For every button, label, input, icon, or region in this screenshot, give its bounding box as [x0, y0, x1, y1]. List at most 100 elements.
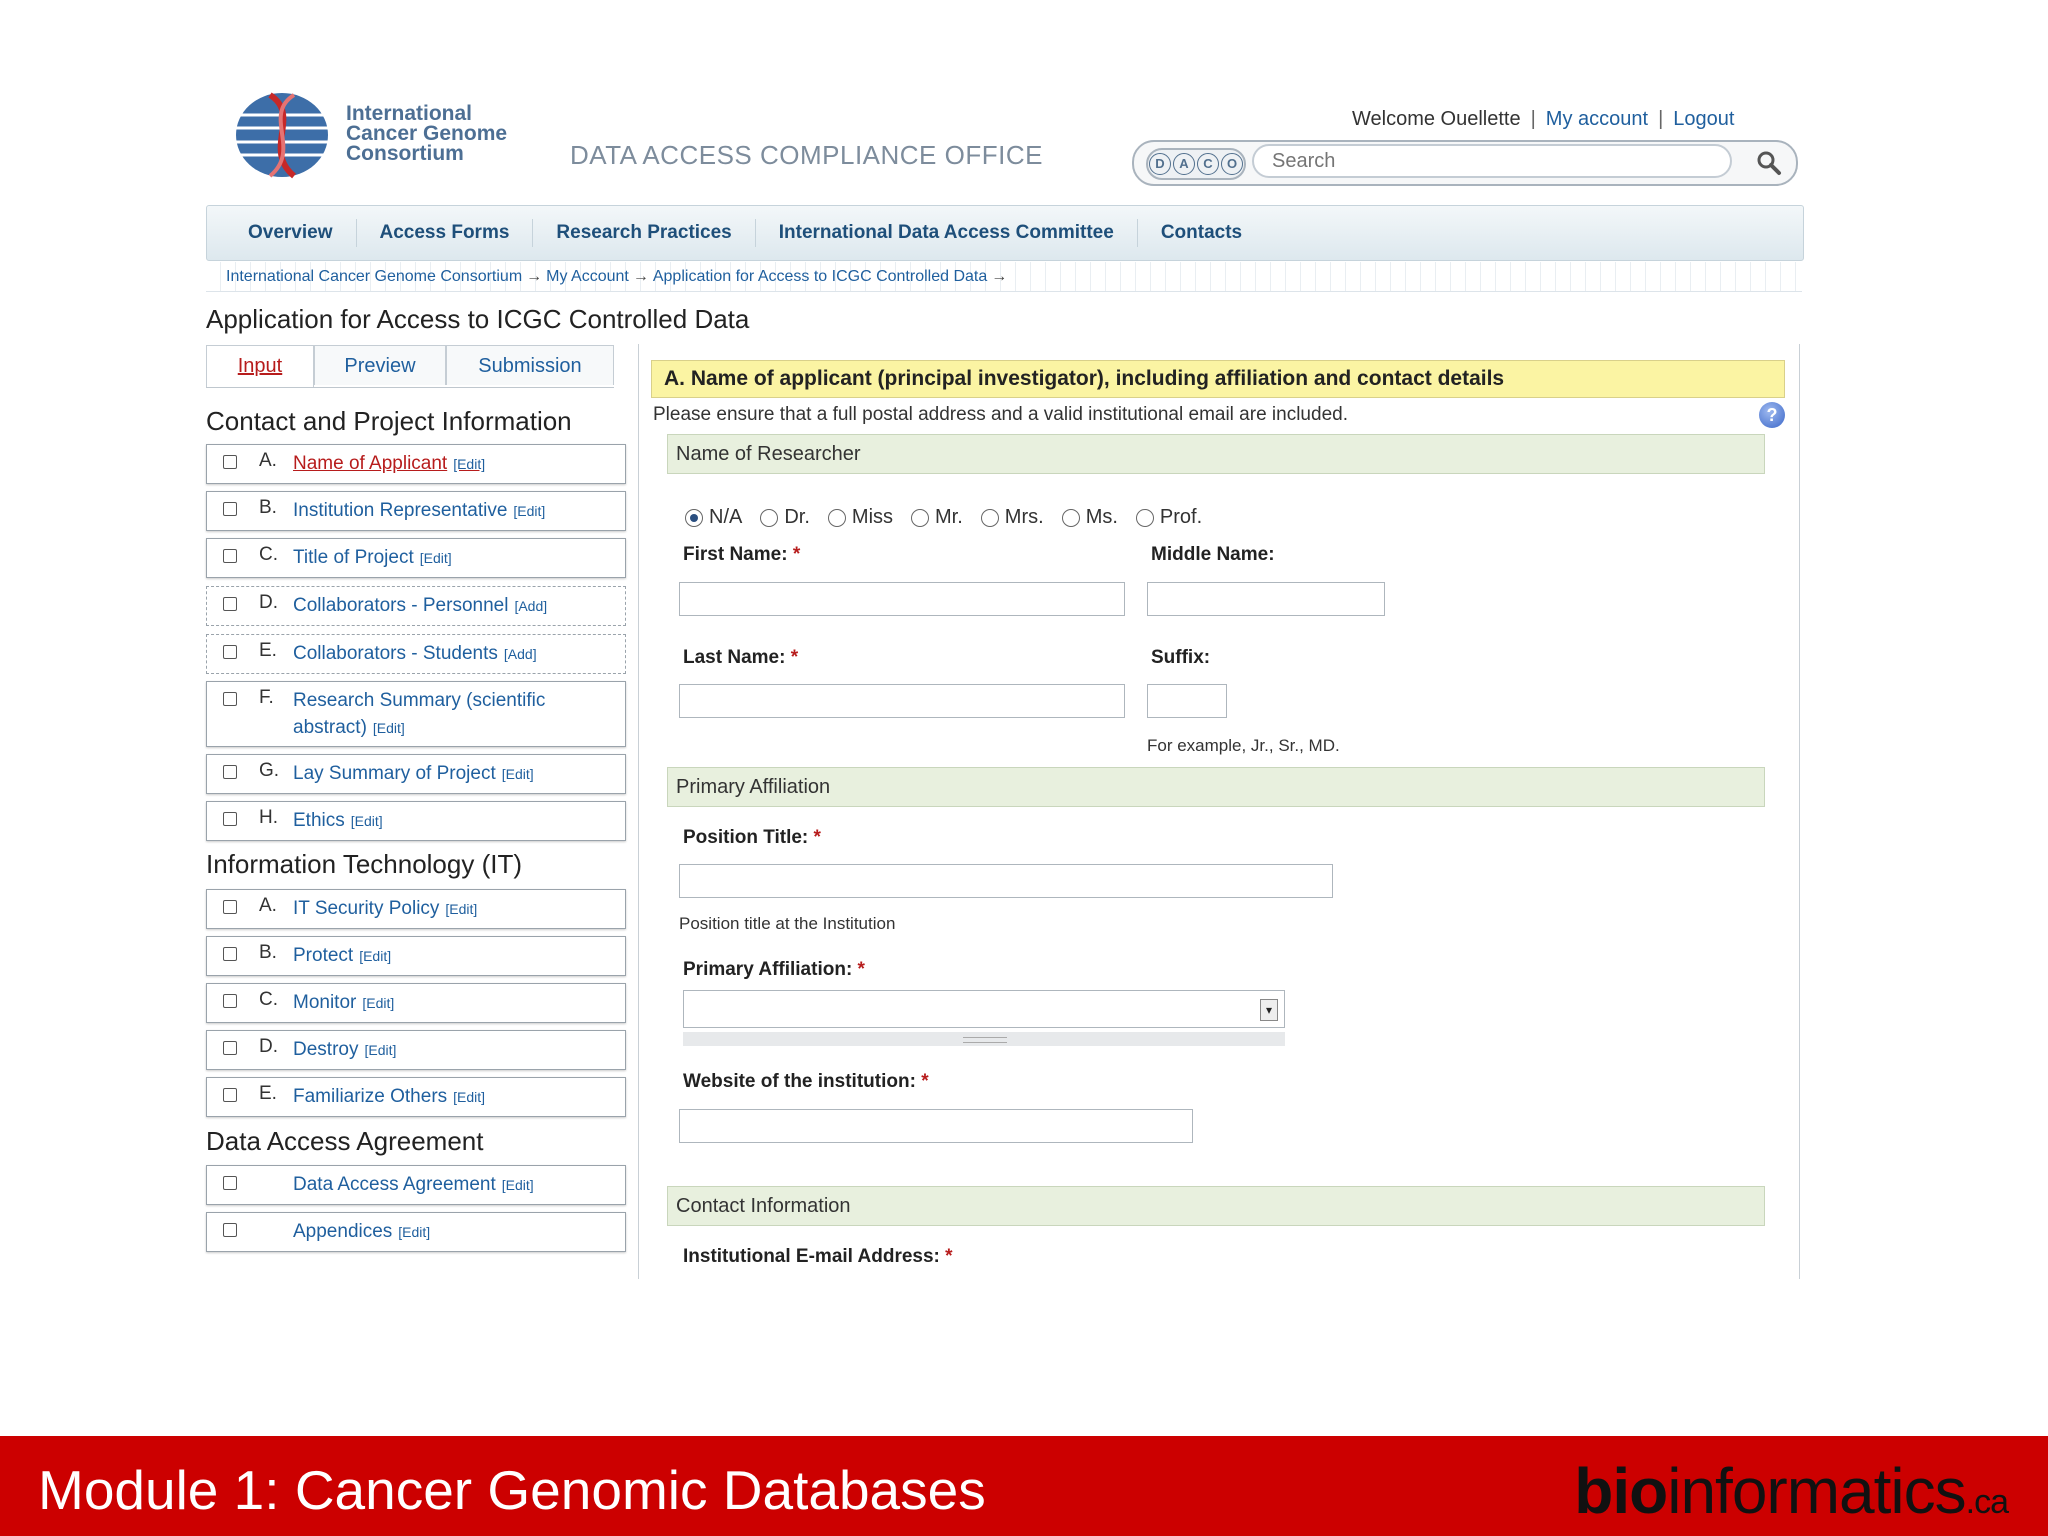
status-checkbox: [223, 1041, 237, 1055]
edit-link[interactable]: [Edit]: [513, 503, 545, 519]
status-checkbox: [223, 597, 237, 611]
edit-link[interactable]: [Edit]: [351, 813, 383, 829]
search-icon[interactable]: [1756, 150, 1782, 176]
radio-dr[interactable]: Dr.: [760, 506, 810, 529]
edit-link[interactable]: [Edit]: [453, 456, 485, 472]
primary-affiliation-select[interactable]: ▾: [683, 990, 1285, 1028]
slide-screenshot: International Cancer Genome Consortium D…: [0, 0, 2048, 1436]
website-input[interactable]: [679, 1109, 1193, 1143]
sidebar-link-name-of-applicant[interactable]: Name of Applicant: [293, 453, 447, 474]
sidebar-link-research-summary[interactable]: Research Summary (scientific: [293, 690, 545, 711]
sidebar-link-title-of-project[interactable]: Title of Project: [293, 547, 414, 568]
sidebar-link-familiarize-others[interactable]: Familiarize Others: [293, 1086, 447, 1107]
help-icon[interactable]: ?: [1759, 402, 1785, 428]
website-label: Website of the institution: *: [683, 1071, 929, 1092]
dropdown-arrow-icon[interactable]: ▾: [1260, 999, 1278, 1021]
sidebar-item-monitor[interactable]: C. Monitor [Edit]: [206, 983, 626, 1023]
sidebar-link-monitor[interactable]: Monitor: [293, 992, 356, 1013]
status-checkbox: [223, 1176, 237, 1190]
tab-submission[interactable]: Submission: [446, 345, 614, 385]
search-input[interactable]: [1252, 144, 1732, 178]
sidebar-link-protect[interactable]: Protect: [293, 945, 353, 966]
edit-link[interactable]: [Edit]: [359, 948, 391, 964]
sidebar-link-lay-summary[interactable]: Lay Summary of Project: [293, 763, 496, 784]
add-link[interactable]: [Add]: [514, 598, 547, 614]
nav-research-practices[interactable]: Research Practices: [533, 219, 756, 247]
tab-input[interactable]: Input: [206, 345, 314, 387]
nav-overview[interactable]: Overview: [225, 219, 357, 247]
sidebar-item-title-of-project[interactable]: C. Title of Project [Edit]: [206, 538, 626, 578]
suffix-input[interactable]: [1147, 684, 1227, 718]
radio-selected-icon[interactable]: [685, 508, 703, 527]
tab-preview[interactable]: Preview: [314, 345, 446, 385]
radio-mrs[interactable]: Mrs.: [980, 506, 1044, 529]
radio-icon[interactable]: [980, 508, 999, 527]
sidebar-item-collaborators-students[interactable]: E. Collaborators - Students [Add]: [206, 634, 626, 674]
sidebar-item-lay-summary[interactable]: G. Lay Summary of Project [Edit]: [206, 754, 626, 794]
edit-link[interactable]: [Edit]: [362, 995, 394, 1011]
radio-prof[interactable]: Prof.: [1135, 506, 1202, 529]
subhead-name-of-researcher: Name of Researcher: [667, 434, 1765, 474]
sidebar-item-destroy[interactable]: D. Destroy [Edit]: [206, 1030, 626, 1070]
edit-link[interactable]: [Edit]: [398, 1224, 430, 1240]
sidebar-item-institution-representative[interactable]: B. Institution Representative [Edit]: [206, 491, 626, 531]
edit-link[interactable]: [Edit]: [453, 1089, 485, 1105]
breadcrumb-application[interactable]: Application for Access to ICGC Controlle…: [653, 268, 987, 285]
position-title-input[interactable]: [679, 864, 1333, 898]
sidebar-item-it-security-policy[interactable]: A. IT Security Policy [Edit]: [206, 889, 626, 929]
sidebar-link-ethics[interactable]: Ethics: [293, 810, 345, 831]
sidebar-item-appendices[interactable]: Appendices [Edit]: [206, 1212, 626, 1252]
breadcrumb-icgc[interactable]: International Cancer Genome Consortium: [226, 268, 522, 285]
logout-link[interactable]: Logout: [1673, 108, 1734, 130]
last-name-input[interactable]: [679, 684, 1125, 718]
sidebar-link-collaborators-personnel[interactable]: Collaborators - Personnel: [293, 595, 508, 616]
sidebar-item-data-access-agreement[interactable]: Data Access Agreement [Edit]: [206, 1165, 626, 1205]
sidebar-item-name-of-applicant[interactable]: A. Name of Applicant [Edit]: [206, 444, 626, 484]
sidebar-item-collaborators-personnel[interactable]: D. Collaborators - Personnel [Add]: [206, 586, 626, 626]
status-checkbox: [223, 455, 237, 469]
radio-ms[interactable]: Ms.: [1061, 506, 1118, 529]
sidebar-link-data-access-agreement[interactable]: Data Access Agreement: [293, 1174, 496, 1195]
radio-na[interactable]: N/A: [685, 506, 742, 529]
radio-miss[interactable]: Miss: [827, 506, 893, 529]
radio-mr[interactable]: Mr.: [911, 506, 963, 529]
radio-icon[interactable]: [760, 508, 779, 527]
edit-link[interactable]: [Edit]: [502, 1177, 534, 1193]
sidebar-item-familiarize-others[interactable]: E. Familiarize Others [Edit]: [206, 1077, 626, 1117]
radio-icon[interactable]: [911, 508, 930, 527]
sidebar-link-destroy[interactable]: Destroy: [293, 1039, 358, 1060]
radio-icon[interactable]: [1061, 508, 1080, 527]
nav-idac[interactable]: International Data Access Committee: [756, 219, 1138, 247]
edit-link[interactable]: [Edit]: [373, 720, 405, 736]
edit-link[interactable]: [Edit]: [420, 550, 452, 566]
footer-title: Module 1: Cancer Genomic Databases: [38, 1459, 986, 1521]
subhead-contact-information: Contact Information: [667, 1186, 1765, 1226]
position-hint: Position title at the Institution: [679, 914, 896, 933]
nav-access-forms[interactable]: Access Forms: [357, 219, 534, 247]
middle-name-input[interactable]: [1147, 582, 1385, 616]
first-name-input[interactable]: [679, 582, 1125, 616]
edit-link[interactable]: [Edit]: [364, 1042, 396, 1058]
sidebar-link-research-summary-cont[interactable]: abstract): [293, 717, 367, 738]
sidebar-item-protect[interactable]: B. Protect [Edit]: [206, 936, 626, 976]
edit-link[interactable]: [Edit]: [502, 766, 534, 782]
edit-link[interactable]: [Edit]: [445, 901, 477, 917]
sidebar-item-ethics[interactable]: H. Ethics [Edit]: [206, 801, 626, 841]
breadcrumb-my-account[interactable]: My Account: [546, 268, 629, 285]
sidebar-link-appendices[interactable]: Appendices: [293, 1221, 392, 1242]
my-account-link[interactable]: My account: [1546, 108, 1648, 130]
main-nav: Overview Access Forms Research Practices…: [206, 205, 1804, 261]
resize-handle[interactable]: [683, 1032, 1285, 1046]
nav-contacts[interactable]: Contacts: [1138, 219, 1265, 247]
page-title: Application for Access to ICGC Controlle…: [206, 304, 750, 334]
radio-icon[interactable]: [1135, 508, 1154, 527]
sidebar-link-institution-representative[interactable]: Institution Representative: [293, 500, 507, 521]
sidebar-link-collaborators-students[interactable]: Collaborators - Students: [293, 643, 498, 664]
sidebar-link-it-security-policy[interactable]: IT Security Policy: [293, 898, 439, 919]
add-link[interactable]: [Add]: [504, 646, 537, 662]
icgc-logo-icon: [236, 92, 328, 179]
subhead-primary-affiliation: Primary Affiliation: [667, 767, 1765, 807]
status-checkbox: [223, 812, 237, 826]
sidebar-item-research-summary[interactable]: F. Research Summary (scientific abstract)…: [206, 681, 626, 747]
radio-icon[interactable]: [827, 508, 846, 527]
